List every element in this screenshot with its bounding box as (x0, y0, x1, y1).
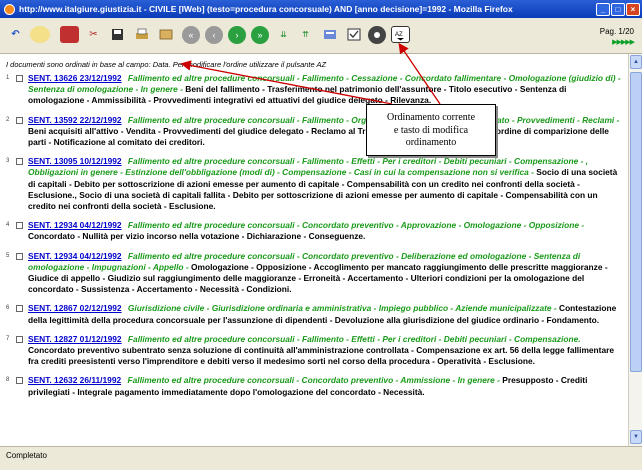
result-keywords: Concordato preventivo subentrato senza s… (28, 345, 615, 367)
window-controls: _ □ × (596, 2, 640, 16)
result-link[interactable]: SENT. 12827 01/12/1992 (28, 334, 122, 344)
bookmark-icon[interactable] (60, 26, 79, 43)
callout-line-3: ordinamento (405, 137, 457, 148)
result-number: 5 (6, 252, 10, 259)
annotation-callout: Ordinamento corrente e tasto di modifica… (366, 104, 496, 156)
list-item: 1 SENT. 13626 23/12/1992 Fallimento ed a… (6, 73, 624, 107)
firefox-icon (4, 3, 15, 15)
result-checkbox[interactable] (16, 222, 23, 230)
result-checkbox[interactable] (16, 252, 23, 260)
result-checkbox[interactable] (16, 335, 23, 343)
sort-order-button[interactable]: AZ (391, 26, 410, 43)
callout-line-1: Ordinamento corrente (386, 112, 476, 123)
result-classification: Giurisdizione civile - Giurisdizione ord… (127, 303, 557, 314)
page-navigation-arrows[interactable]: ▶▶▶▶▶ (600, 38, 635, 46)
callout-line-2: e tasto di modifica (393, 124, 469, 136)
maximize-button[interactable]: □ (611, 2, 625, 16)
list-item: 3 SENT. 13095 10/12/1992 Fallimento ed a… (6, 156, 624, 212)
result-number: 4 (6, 222, 10, 229)
result-classification: Fallimento ed altre procedure concorsual… (127, 220, 585, 231)
page-indicator: Pag. 1/20 (599, 27, 634, 36)
result-link[interactable]: SENT. 12867 02/12/1992 (28, 303, 122, 313)
result-link[interactable]: SENT. 13626 23/12/1992 (28, 73, 122, 83)
list-item: 5 SENT. 12934 04/12/1992 Fallimento ed a… (6, 251, 624, 296)
result-checkbox[interactable] (16, 305, 23, 313)
sort-note: I documenti sono ordinati in base al cam… (6, 60, 327, 69)
status-bar: Completato (0, 446, 642, 470)
result-checkbox[interactable] (16, 158, 23, 166)
expand-all-icon[interactable]: ⇊ (274, 26, 293, 43)
save-icon[interactable] (108, 26, 127, 43)
scroll-up-icon[interactable]: ▲ (630, 55, 642, 69)
result-classification: Fallimento ed altre procedure concorsual… (127, 375, 500, 386)
window-title: http://www.italgiure.giustizia.it - CIVI… (19, 4, 513, 14)
note-icon[interactable] (30, 26, 50, 43)
results-panel: I documenti sono ordinati in base al cam… (0, 54, 628, 446)
list-item: 7 SENT. 12827 01/12/1992 Fallimento ed a… (6, 334, 624, 368)
result-keywords: Beni acquisiti all'attivo - Vendita - Pr… (28, 125, 609, 148)
tools-icon[interactable]: ✂ (84, 26, 103, 43)
result-number: 8 (6, 377, 10, 384)
close-button[interactable]: × (626, 2, 640, 16)
result-checkbox[interactable] (16, 377, 23, 385)
result-link[interactable]: SENT. 13095 10/12/1992 (28, 156, 122, 166)
scroll-down-icon[interactable]: ▼ (630, 430, 642, 444)
print-icon[interactable] (132, 26, 151, 43)
result-number: 1 (6, 75, 10, 81)
first-page-icon[interactable]: « (182, 26, 200, 44)
result-keywords: Concordato - Nullità per vizio incorso n… (28, 231, 366, 242)
list-item: 4 SENT. 12934 04/12/1992 Fallimento ed a… (6, 220, 624, 242)
filter-icon[interactable] (320, 26, 339, 43)
list-item: 8 SENT. 12632 26/11/1992 Fallimento ed a… (6, 375, 624, 397)
result-link[interactable]: SENT. 12934 04/12/1992 (28, 220, 122, 230)
pagination: Pag. 1/20 ▶▶▶▶▶ (599, 27, 635, 46)
collapse-all-icon[interactable]: ⇈ (296, 26, 315, 43)
status-text: Completato (6, 451, 47, 460)
result-link[interactable]: SENT. 12632 26/11/1992 (28, 375, 121, 385)
scroll-thumb[interactable] (630, 72, 642, 372)
result-classification: Fallimento ed altre procedure concorsual… (127, 333, 581, 344)
window-titlebar: http://www.italgiure.giustizia.it - CIVI… (0, 0, 642, 18)
back-icon[interactable]: ↶ (6, 26, 25, 43)
toolbar: ↶ ✂ « ‹ › » ⇊ ⇈ AZ Pag. 1/20 ▶▶▶▶▶ (0, 18, 642, 54)
result-number: 7 (6, 335, 10, 342)
list-item: 6 SENT. 12867 02/12/1992 Giurisdizione c… (6, 303, 624, 325)
vertical-scrollbar[interactable]: ▲ ▼ (628, 54, 642, 446)
info-icon[interactable] (368, 26, 386, 44)
result-link[interactable]: SENT. 13592 22/12/1992 (28, 115, 122, 125)
last-page-icon[interactable]: » (251, 26, 269, 44)
result-checkbox[interactable] (16, 116, 23, 124)
result-number: 3 (6, 158, 10, 165)
export-icon[interactable] (156, 26, 175, 43)
result-checkbox[interactable] (16, 75, 23, 82)
list-item: 2 SENT. 13592 22/12/1992 Fallimento ed a… (6, 115, 624, 149)
result-number: 6 (6, 305, 10, 312)
svg-text:AZ: AZ (395, 32, 403, 38)
result-number: 2 (6, 116, 10, 123)
next-page-icon[interactable]: › (228, 26, 246, 44)
minimize-button[interactable]: _ (596, 2, 610, 16)
result-link[interactable]: SENT. 12934 04/12/1992 (28, 251, 122, 261)
select-icon[interactable] (344, 26, 363, 43)
previous-page-icon[interactable]: ‹ (205, 26, 223, 44)
